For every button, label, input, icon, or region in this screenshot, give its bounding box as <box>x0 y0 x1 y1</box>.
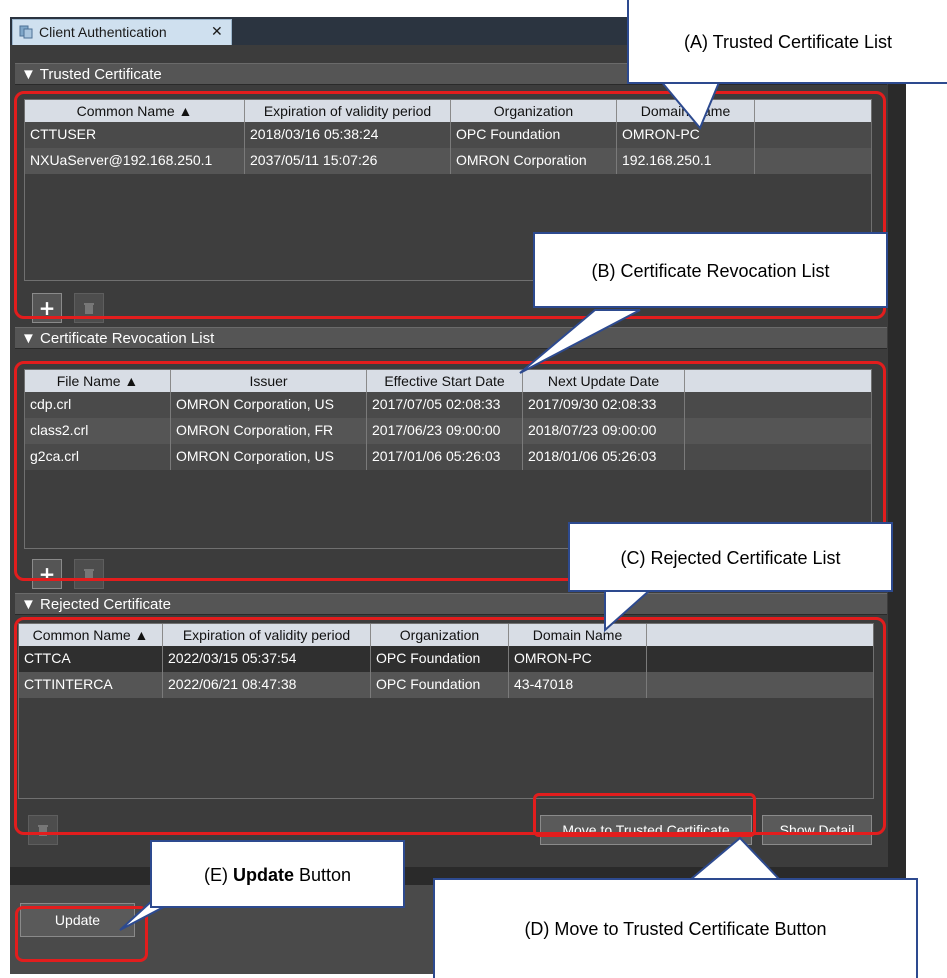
callout-b-pointer <box>519 309 641 374</box>
callout-move-button: (D) Move to Trusted Certificate Button <box>433 878 918 978</box>
callout-trusted-list: (A) Trusted Certificate List <box>627 0 947 84</box>
callout-rejected-list: (C) Rejected Certificate List <box>568 522 893 592</box>
callout-revocation-list: (B) Certificate Revocation List <box>533 232 888 308</box>
callout-e-suffix: Button <box>293 865 352 885</box>
callout-a-pointer <box>657 79 722 130</box>
callout-pointers <box>119 79 783 931</box>
callout-update-button: (E) Update Button <box>150 840 405 908</box>
callout-c-pointer <box>604 589 653 633</box>
callout-d-pointer <box>687 836 783 881</box>
callout-e-bold: Update <box>232 865 294 885</box>
callout-e-prefix: (E) <box>203 865 233 885</box>
